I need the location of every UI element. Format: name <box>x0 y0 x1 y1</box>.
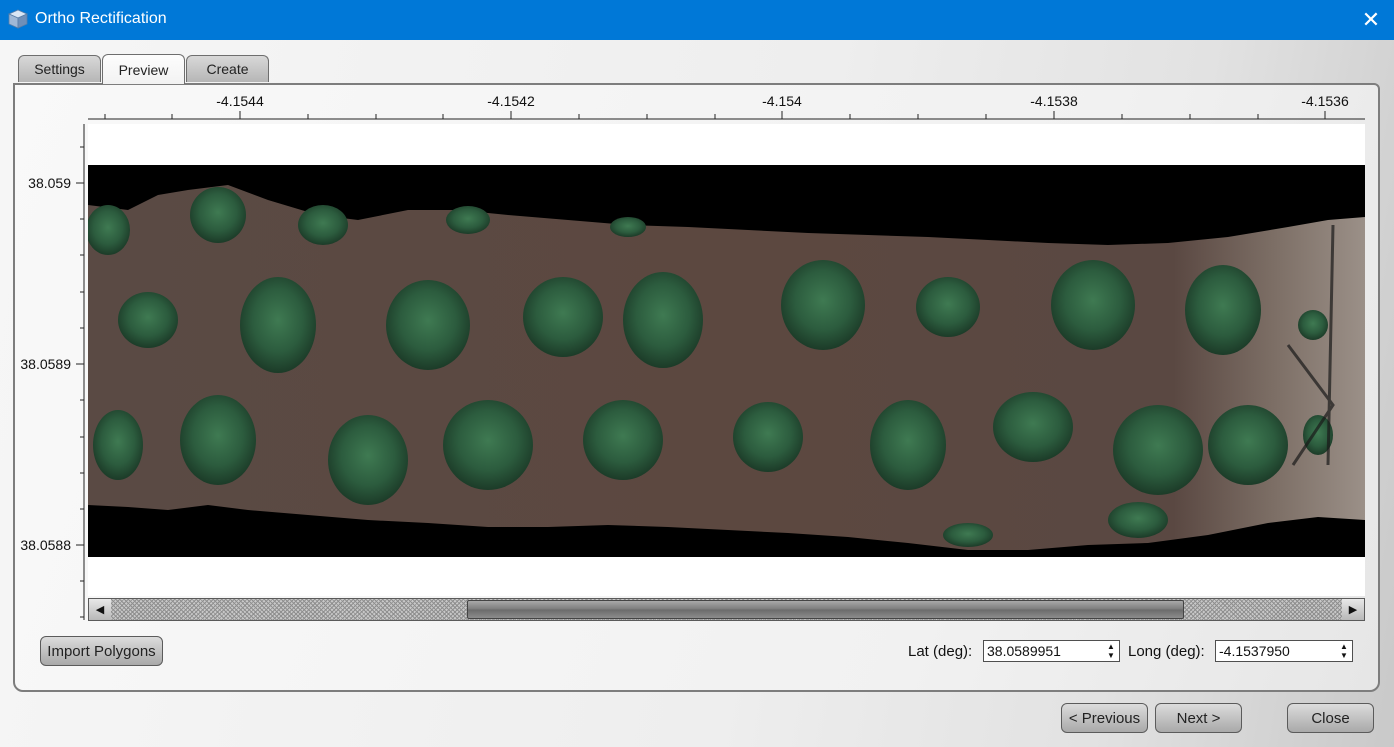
plot-axes <box>76 111 1365 620</box>
scroll-right-icon[interactable]: ▶ <box>1342 599 1364 620</box>
scroll-thumb[interactable] <box>467 600 1184 619</box>
y-tick-label: 38.0589 <box>20 356 71 372</box>
next-button[interactable]: Next > <box>1155 703 1242 733</box>
lat-input[interactable] <box>984 641 1101 661</box>
x-tick-label: -4.1542 <box>487 93 535 109</box>
long-label: Long (deg): <box>1128 643 1205 660</box>
import-polygons-button[interactable]: Import Polygons <box>40 636 163 666</box>
long-decrement-icon[interactable]: ▼ <box>1337 651 1351 660</box>
x-tick-label: -4.1536 <box>1301 93 1349 109</box>
x-tick-label: -4.1538 <box>1030 93 1078 109</box>
close-button[interactable]: Close <box>1287 703 1374 733</box>
lat-label: Lat (deg): <box>908 643 973 660</box>
x-tick-label: -4.1544 <box>216 93 264 109</box>
scroll-left-icon[interactable]: ◀ <box>89 599 111 620</box>
x-tick-label: -4.154 <box>762 93 802 109</box>
previous-button[interactable]: < Previous <box>1061 703 1148 733</box>
long-increment-icon[interactable]: ▲ <box>1337 642 1351 651</box>
y-tick-label: 38.0588 <box>20 537 71 553</box>
long-spinbox[interactable]: ▲ ▼ <box>1215 640 1353 662</box>
horizontal-scrollbar[interactable]: ◀ ▶ <box>88 598 1365 621</box>
lat-increment-icon[interactable]: ▲ <box>1104 642 1118 651</box>
lat-spinbox[interactable]: ▲ ▼ <box>983 640 1120 662</box>
tab-preview[interactable]: Preview <box>102 54 185 84</box>
long-input[interactable] <box>1216 641 1334 661</box>
lat-decrement-icon[interactable]: ▼ <box>1104 651 1118 660</box>
y-tick-label: 38.059 <box>28 175 71 191</box>
